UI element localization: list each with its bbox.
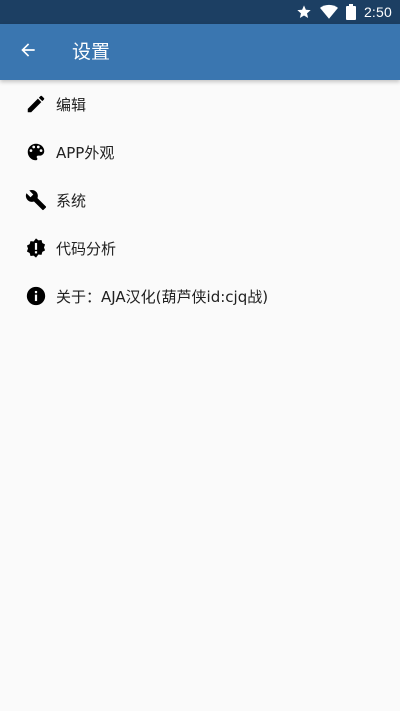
- menu-item-about[interactable]: 关于：AJA汉化(葫芦侠id:cjq战): [0, 272, 400, 320]
- wrench-icon: [24, 188, 48, 212]
- menu-item-edit[interactable]: 编辑: [0, 80, 400, 128]
- menu-item-app-appearance[interactable]: APP外观: [0, 128, 400, 176]
- back-button[interactable]: [8, 32, 48, 72]
- status-time: 2:50: [363, 4, 392, 20]
- info-icon: [24, 284, 48, 308]
- menu-item-label: 代码分析: [56, 239, 117, 258]
- page-title: 设置: [72, 41, 111, 63]
- menu-item-label: 系统: [56, 191, 87, 210]
- menu-item-label: 关于：AJA汉化(葫芦侠id:cjq战): [56, 287, 269, 306]
- menu-item-label: APP外观: [56, 143, 115, 162]
- alert-badge-icon: [24, 236, 48, 260]
- arrow-back-icon: [18, 40, 38, 64]
- menu-item-code-analysis[interactable]: 代码分析: [0, 224, 400, 272]
- status-icons: 2:50: [296, 0, 392, 24]
- wifi-icon: [319, 4, 338, 20]
- menu-item-system[interactable]: 系统: [0, 176, 400, 224]
- menu-item-label: 编辑: [56, 95, 87, 114]
- status-bar: 2:50: [0, 0, 400, 24]
- palette-icon: [24, 140, 48, 164]
- star-icon: [296, 4, 312, 20]
- battery-icon: [345, 4, 356, 20]
- app-bar: 设置: [0, 24, 400, 80]
- pencil-icon: [24, 92, 48, 116]
- settings-menu: 编辑 APP外观 系统 代码分析 关于：AJA汉化(葫芦侠id:cjq战): [0, 80, 400, 320]
